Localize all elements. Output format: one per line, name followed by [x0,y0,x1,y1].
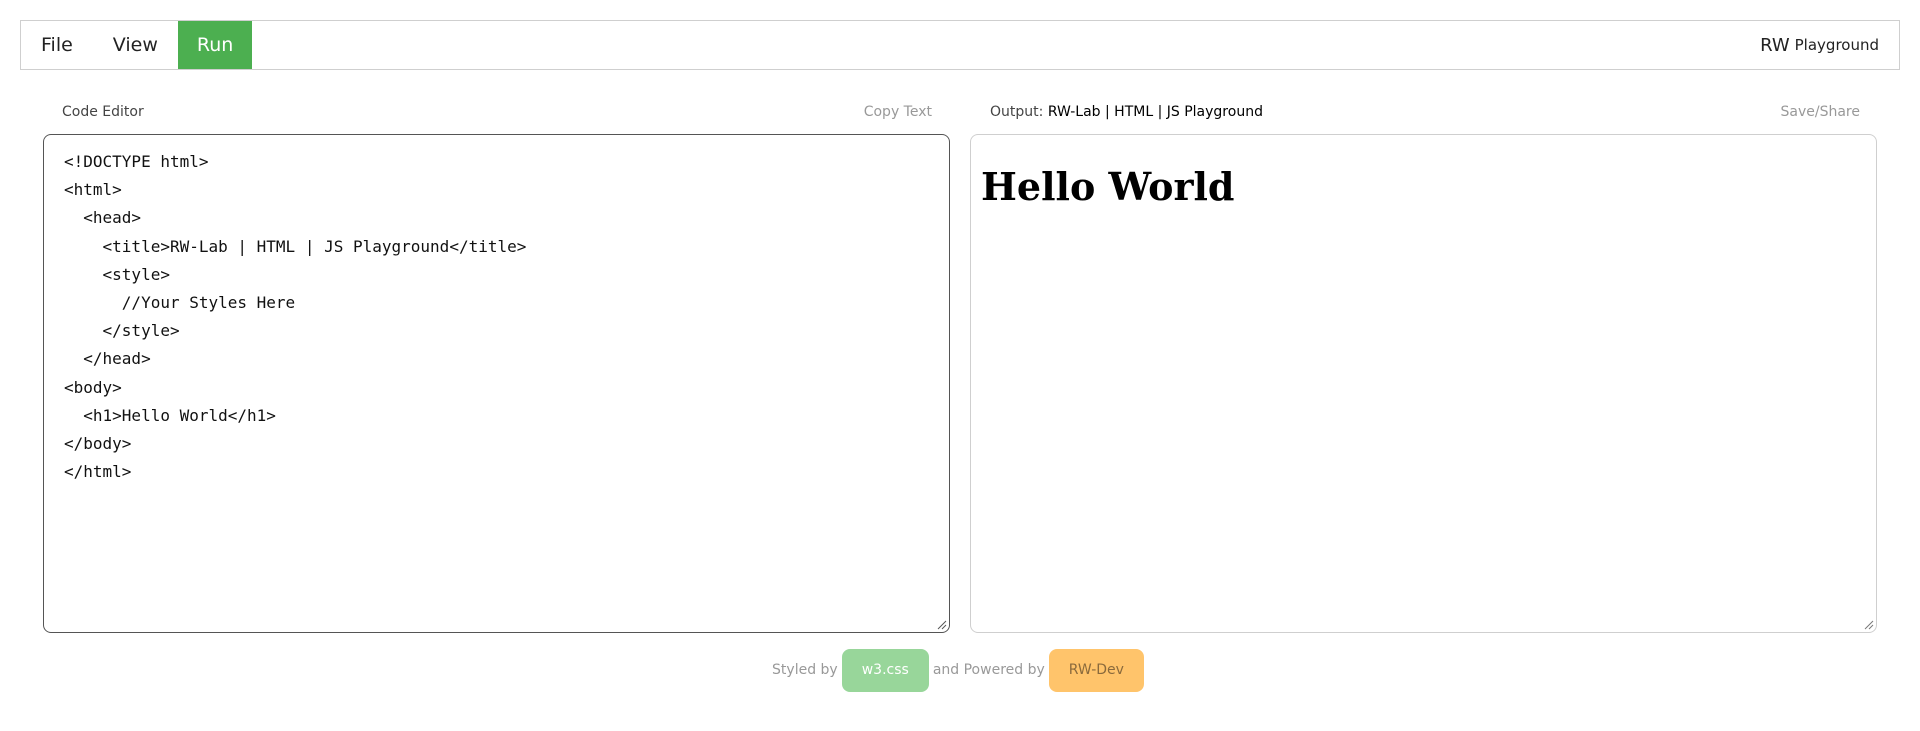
editor-header: Code Editor Copy Text [62,102,932,122]
rwdev-badge[interactable]: RW-Dev [1048,648,1144,692]
w3css-badge[interactable]: w3.css [841,648,929,692]
footer: Styled by w3.css and Powered by RW-Dev [0,648,1920,692]
copy-text-button[interactable]: Copy Text [864,104,932,120]
output-header: Output: RW-Lab | HTML | JS Playground Sa… [990,102,1860,122]
output-doc-title: RW-Lab | HTML | JS Playground [1047,104,1263,120]
view-menu-button[interactable]: View [93,21,178,69]
file-menu-button[interactable]: File [21,21,93,69]
top-menu-bar: File View Run RW Playground [20,20,1900,70]
output-preview: Hello World [970,134,1877,633]
run-button[interactable]: Run [177,21,253,69]
output-label: Output: [990,104,1044,120]
powered-by-text: and Powered by [932,662,1045,678]
save-share-button[interactable]: Save/Share [1781,104,1860,120]
output-title: Output: RW-Lab | HTML | JS Playground [990,104,1263,120]
styled-by-text: Styled by [772,662,838,678]
resize-handle-icon[interactable] [1862,618,1874,630]
app-brand: RW Playground [1760,21,1899,69]
output-heading: Hello World [981,164,1235,209]
resize-handle-icon[interactable] [935,618,947,630]
code-editor-content[interactable]: <!DOCTYPE html> <html> <head> <title>RW-… [44,135,949,486]
brand-main: RW [1760,34,1790,56]
brand-sub: Playground [1794,36,1879,54]
editor-title: Code Editor [62,104,144,120]
code-editor[interactable]: <!DOCTYPE html> <html> <head> <title>RW-… [43,134,950,633]
